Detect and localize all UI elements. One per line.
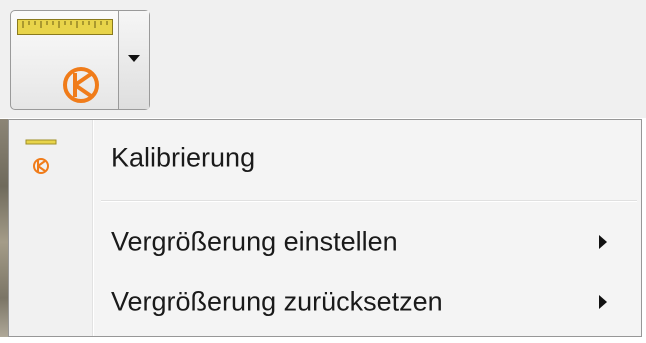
calibration-icon [25,138,59,187]
menu-separator [101,200,637,202]
app-window: Kalibrierung Vergrößerung einstellen Ver… [0,0,646,343]
menu-item-set-magnification[interactable]: Vergrößerung einstellen [11,212,639,272]
calibration-dropdown-menu: Kalibrierung Vergrößerung einstellen Ver… [8,119,642,337]
calibration-icon [61,65,101,110]
calibration-dropdown-button[interactable] [118,11,149,109]
dropdown-arrow-icon [128,55,140,62]
submenu-arrow-icon [599,295,607,309]
calibration-main-button[interactable] [11,11,118,109]
menu-item-label: Vergrößerung einstellen [111,226,398,257]
menu-item-label: Kalibrierung [111,142,256,173]
background-image-edge [0,119,8,343]
toolbar [0,0,646,118]
menu-item-reset-magnification[interactable]: Vergrößerung zurücksetzen [11,272,639,332]
menu-item-calibration[interactable]: Kalibrierung [11,128,639,188]
calibration-split-button [10,10,150,110]
submenu-arrow-icon [599,235,607,249]
bottom-edge [0,337,646,343]
menu-item-label: Vergrößerung zurücksetzen [111,286,443,317]
ruler-icon [17,19,113,40]
